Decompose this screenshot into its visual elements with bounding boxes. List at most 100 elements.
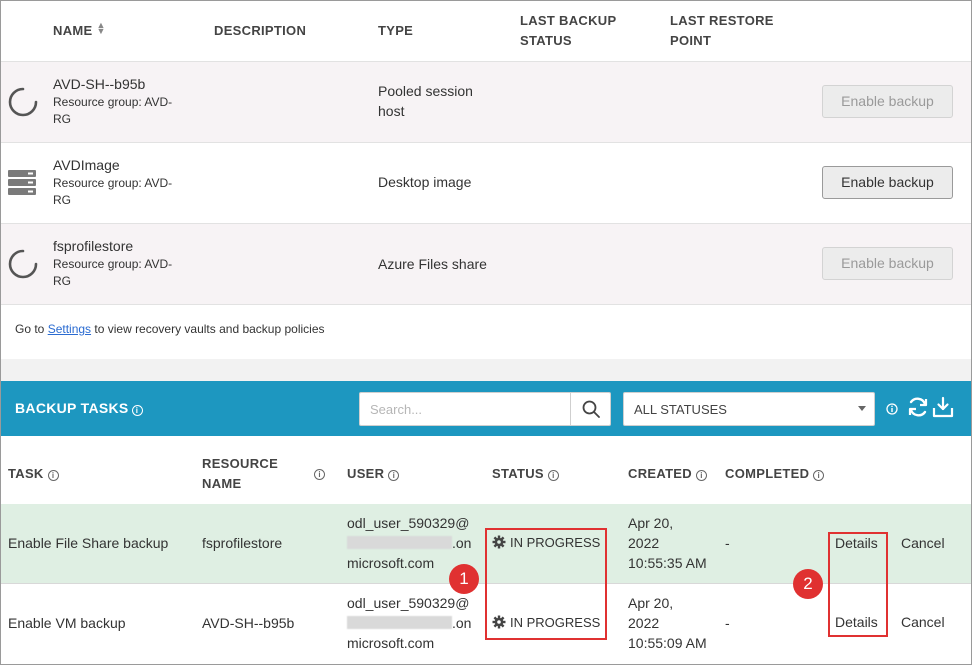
last-backup-status-header: LAST BACKUP STATUS [520, 11, 616, 51]
annotation-badge-1: 1 [449, 564, 479, 594]
resource-type: Pooled session host [378, 81, 498, 121]
backup-panel: NAME ▲ ▼ DESCRIPTION TYPE LAST BACKUP STAT… [0, 0, 972, 665]
cancel-link[interactable]: Cancel [901, 614, 945, 630]
resources-table-header: NAME ▲ ▼ DESCRIPTION TYPE LAST BACKUP STAT… [1, 1, 971, 62]
resource-name-header-line2: NAME [202, 476, 242, 491]
resource-type-line2: host [378, 103, 405, 119]
last-backup-status-line2: STATUS [520, 33, 572, 48]
search-icon [582, 400, 600, 418]
name-header-label: NAME [53, 23, 93, 38]
status-highlight-box [485, 528, 607, 640]
resource-group-line1: Resource group: AVD- [53, 176, 173, 190]
tasks-table-header: TASK i RESOURCE NAME i USER i STATUS i CREA… [1, 436, 971, 504]
enable-backup-button[interactable]: Enable backup [822, 85, 953, 118]
created-column-header: CREATED i [628, 464, 707, 484]
search-button[interactable] [570, 393, 610, 425]
search-input[interactable] [360, 393, 572, 425]
resource-type-line1: Pooled session [378, 83, 473, 99]
sort-icon[interactable]: ▲ ▼ [96, 21, 105, 36]
resource-group-line2: RG [53, 274, 71, 288]
user-line2: .on [347, 533, 482, 553]
resource-name: AVDImage [53, 157, 120, 173]
info-icon[interactable]: i [388, 470, 400, 481]
details-highlight-box [828, 532, 888, 637]
last-backup-status-line1: LAST BACKUP [520, 13, 617, 28]
user-line3: microsoft.com [347, 635, 435, 651]
resource-row: AVD-SH--b95b Resource group: AVD- RG Poo… [1, 62, 971, 143]
task-header-label: TASK [8, 466, 44, 481]
completed-column-header: COMPLETED i [725, 464, 825, 484]
redacted-text [347, 536, 452, 549]
status-filter-value: ALL STATUSES [634, 402, 727, 417]
info-icon[interactable] [886, 403, 898, 415]
settings-hint-suffix: to view recovery vaults and backup polic… [91, 322, 325, 336]
user-line1: odl_user_590329@ [347, 595, 470, 611]
cancel-link[interactable]: Cancel [901, 535, 945, 551]
last-restore-point-line1: LAST RESTORE [670, 13, 774, 28]
info-icon[interactable]: i [47, 470, 59, 481]
chevron-down-icon [858, 406, 866, 411]
settings-hint: Go to Settings to view recovery vaults a… [15, 322, 325, 336]
info-icon[interactable]: i [314, 469, 325, 480]
description-column-header: DESCRIPTION [214, 23, 307, 38]
resource-group-line1: Resource group: AVD- [53, 95, 173, 109]
settings-link[interactable]: Settings [48, 322, 91, 336]
status-column-header: STATUS i [492, 464, 559, 484]
user-header-label: USER [347, 466, 385, 481]
resource-name: AVD-SH--b95b [53, 76, 146, 92]
completed-date: - [725, 615, 730, 631]
created-line3: 10:55:35 AM [628, 555, 707, 571]
settings-hint-prefix: Go to [15, 322, 48, 336]
user-column-header: USER i [347, 464, 400, 484]
enable-backup-button[interactable]: Enable backup [822, 166, 953, 199]
completed-date: - [725, 535, 730, 551]
created-line1: Apr 20, [628, 595, 674, 611]
resource-group-line2: RG [53, 112, 71, 126]
loading-spinner-icon [8, 87, 38, 117]
info-icon[interactable]: i [695, 470, 707, 481]
created-line3: 10:55:09 AM [628, 635, 707, 651]
resource-row: fsprofilestore Resource group: AVD- RG A… [1, 224, 971, 305]
last-restore-point-line2: POINT [670, 33, 712, 48]
created-date: Apr 20, 2022 10:55:35 AM [628, 513, 707, 573]
info-icon[interactable]: i [547, 470, 559, 481]
created-line2: 2022 [628, 615, 660, 631]
info-icon[interactable]: i [131, 405, 143, 416]
server-disk-icon [8, 170, 36, 195]
created-line2: 2022 [628, 535, 660, 551]
redacted-text [347, 616, 452, 629]
name-column-header[interactable]: NAME ▲ ▼ [53, 21, 106, 41]
status-header-label: STATUS [492, 466, 544, 481]
resource-type: Desktop image [378, 174, 472, 190]
user-line2-suffix: .on [452, 535, 472, 551]
task-name: Enable VM backup [8, 615, 126, 631]
last-restore-point-header: LAST RESTORE POINT [670, 11, 774, 51]
user-line1: odl_user_590329@ [347, 515, 470, 531]
resource-group: Resource group: AVD- RG [53, 94, 193, 128]
completed-header-label: COMPLETED [725, 466, 810, 481]
status-filter-select[interactable]: ALL STATUSES [623, 392, 875, 426]
resource-name: fsprofilestore [53, 238, 134, 254]
backup-tasks-title-text: BACKUP TASKS [15, 400, 129, 416]
info-icon[interactable]: i [813, 470, 825, 481]
resource-group: Resource group: AVD- RG [53, 256, 193, 290]
created-date: Apr 20, 2022 10:55:09 AM [628, 593, 707, 653]
resource-group-line2: RG [53, 193, 71, 207]
annotation-badge-2: 2 [793, 569, 823, 599]
backup-tasks-toolbar: BACKUP TASKSi ALL STATUSES [1, 381, 971, 436]
resource-group-line1: Resource group: AVD- [53, 257, 173, 271]
resource-row: AVDImage Resource group: AVD- RG Desktop… [1, 143, 971, 224]
section-divider [1, 359, 971, 381]
task-resource-name: fsprofilestore [202, 535, 283, 551]
resource-group: Resource group: AVD- RG [53, 175, 193, 209]
created-header-label: CREATED [628, 466, 692, 481]
task-user: odl_user_590329@ .on microsoft.com [347, 593, 482, 653]
user-line2: .on [347, 613, 482, 633]
resource-name-column-header: RESOURCE NAME [202, 454, 278, 494]
refresh-icon[interactable] [907, 396, 929, 418]
download-icon[interactable] [932, 396, 954, 418]
resource-type: Azure Files share [378, 256, 487, 272]
enable-backup-button[interactable]: Enable backup [822, 247, 953, 280]
created-line1: Apr 20, [628, 515, 674, 531]
user-line2-suffix: .on [452, 615, 472, 631]
